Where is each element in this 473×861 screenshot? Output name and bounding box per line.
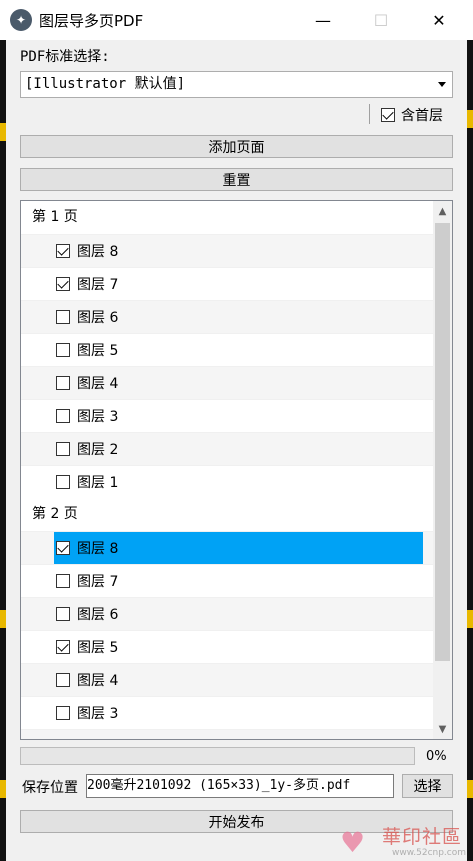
layer-checkbox[interactable] [56,310,70,324]
layer-checkbox[interactable] [56,244,70,258]
close-icon[interactable]: ✕ [416,0,462,40]
layer-row[interactable]: 图层 2 [21,432,433,465]
layer-checkbox[interactable] [56,277,70,291]
layer-row[interactable]: 图层 2 [21,729,433,740]
layer-label: 图层 7 [77,574,119,590]
layer-row[interactable]: 图层 1 [21,465,433,498]
save-path-value: 200毫升2101092 (165×33)_1y-多页.pdf [87,778,351,793]
layer-row[interactable]: 图层 3 [21,399,433,432]
pdf-standard-value: [Illustrator 默认值] [25,76,186,92]
layer-checkbox[interactable] [56,706,70,720]
layer-row[interactable]: 图层 6 [21,597,433,630]
layer-label: 图层 8 [77,244,119,260]
maximize-icon[interactable]: ☐ [358,0,404,40]
window-title: 图层导多页PDF [39,11,144,30]
divider [369,104,370,124]
app-icon: ✦ [10,9,32,31]
layer-label: 图层 5 [77,343,119,359]
scroll-down-icon[interactable]: ▼ [433,719,452,739]
layer-list[interactable]: 第 1 页图层 8 图层 7 图层 6 图层 5 图层 4 图层 3 图层 2 图层 1 第 2… [20,200,453,740]
save-path-input[interactable]: 200毫升2101092 (165×33)_1y-多页.pdf [86,774,394,798]
checkbox-icon[interactable] [381,108,395,122]
layer-row[interactable]: 图层 3 [21,696,433,729]
layer-label: 图层 2 [77,736,118,739]
layer-row[interactable]: 图层 8 [21,531,433,565]
minimize-icon[interactable]: — [300,0,346,40]
layer-label: 图层 3 [77,409,119,425]
watermark-text: 華印社區 [382,826,463,848]
layer-row[interactable]: 图层 6 [21,300,433,333]
layer-checkbox[interactable] [56,574,70,588]
layer-label: 图层 3 [77,706,119,722]
layer-row[interactable]: 图层 4 [21,366,433,399]
page-group-header[interactable]: 第 2 页 [21,498,433,531]
add-page-button[interactable]: 添加页面 [20,135,453,158]
layer-checkbox[interactable] [56,343,70,357]
layer-checkbox[interactable] [56,640,70,654]
progress-text: 0% [426,749,447,764]
layer-label: 图层 2 [77,442,119,458]
scroll-up-icon[interactable]: ▲ [433,201,452,221]
chevron-down-icon [438,82,446,87]
title-bar: ✦ 图层导多页PDF — ☐ ✕ [0,0,473,40]
layer-row[interactable]: 图层 7 [21,564,433,597]
layer-checkbox[interactable] [56,409,70,423]
layer-checkbox[interactable] [56,475,70,489]
background-strip-left [0,40,6,861]
reset-button[interactable]: 重置 [20,168,453,191]
heart-icon: ♥ [340,826,366,859]
layer-label: 图层 7 [77,277,119,293]
layer-label: 图层 1 [77,475,119,491]
layer-checkbox[interactable] [56,673,70,687]
layer-label: 图层 4 [77,376,119,392]
layer-row[interactable]: 图层 5 [21,333,433,366]
include-first-label: 含首层 [401,108,443,124]
layer-checkbox[interactable] [56,442,70,456]
app-window: ✦ 图层导多页PDF — ☐ ✕ PDF标准选择: [Illustrator 默… [0,0,473,861]
layer-row[interactable]: 图层 4 [21,663,433,696]
layer-list-content: 第 1 页图层 8 图层 7 图层 6 图层 5 图层 4 图层 3 图层 2 图层 1 第 2… [21,201,433,740]
scroll-thumb[interactable] [435,223,450,661]
watermark-logo: ♥ 華印社區 www.52cnp.com [340,822,472,860]
layer-row[interactable]: 图层 5 [21,630,433,663]
layer-checkbox[interactable] [56,607,70,621]
layer-row[interactable]: 图层 7 [21,267,433,300]
layer-checkbox[interactable] [56,376,70,390]
scrollbar[interactable]: ▲ ▼ [433,201,452,739]
layer-row[interactable]: 图层 8 [21,234,433,267]
watermark-url: www.52cnp.com [392,848,467,858]
pdf-standard-select[interactable]: [Illustrator 默认值] [20,71,453,98]
layer-label: 图层 8 [77,541,119,557]
save-location-label: 保存位置 [22,780,78,796]
choose-button[interactable]: 选择 [402,774,453,798]
layer-label: 图层 5 [77,640,119,656]
pdf-standard-label: PDF标准选择: [20,49,110,65]
layer-checkbox[interactable] [56,739,70,740]
progress-bar [20,747,415,765]
background-strip-right [467,40,473,861]
layer-label: 图层 6 [77,310,119,326]
layer-checkbox[interactable] [56,541,70,555]
include-first-checkbox[interactable]: 含首层 [381,105,443,125]
layer-label: 图层 4 [77,673,119,689]
layer-label: 图层 6 [77,607,119,623]
page-group-header[interactable]: 第 1 页 [21,201,433,234]
